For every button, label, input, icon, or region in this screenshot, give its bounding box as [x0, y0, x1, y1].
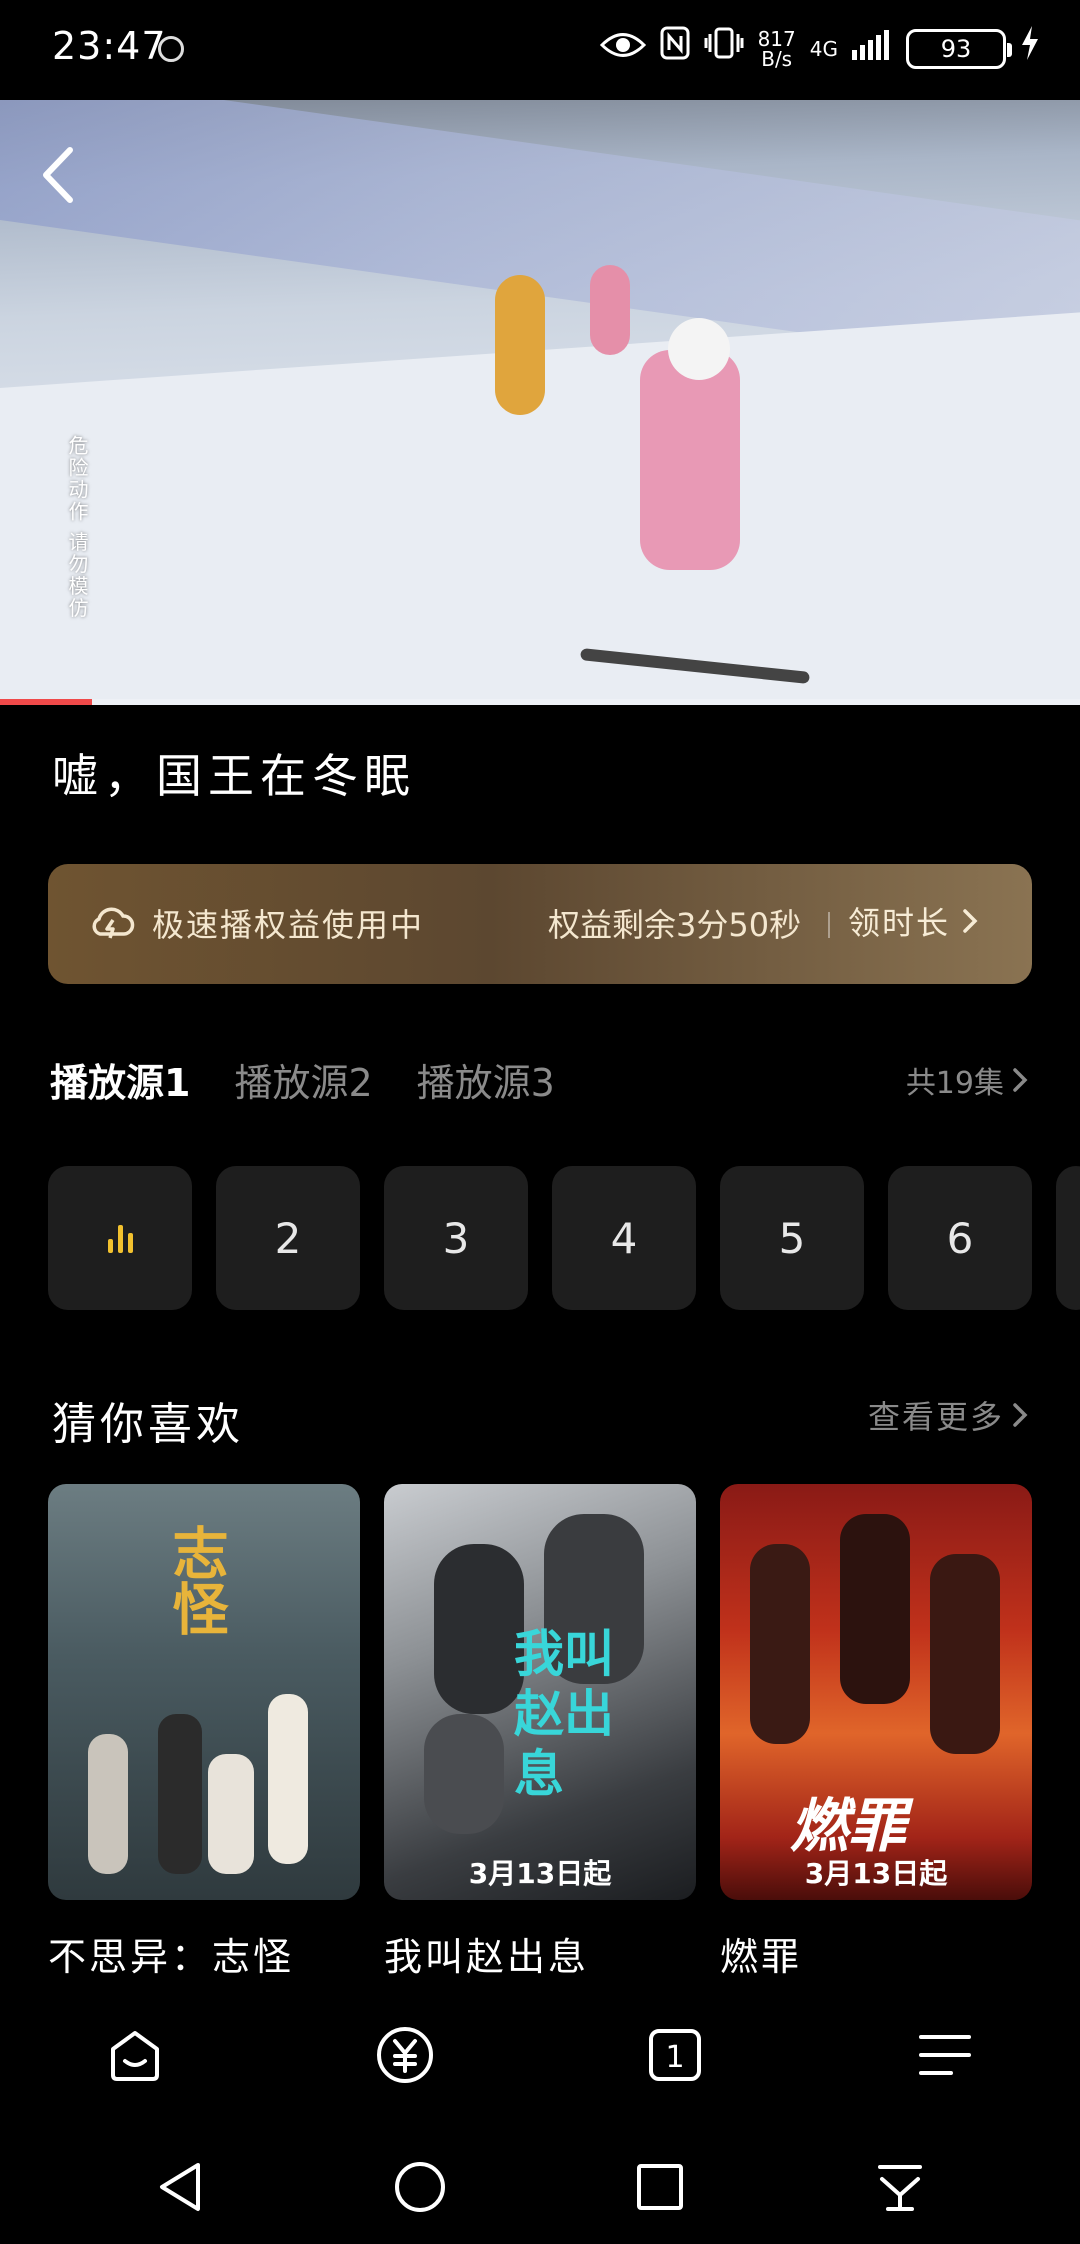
tab-menu[interactable] [905, 2015, 985, 2095]
video-frame-figure-yellow [495, 275, 545, 415]
poster-title: 燃罪 [790, 1792, 907, 1860]
episode-count-label: 共19集 [905, 1066, 1004, 1101]
vibrate-icon [704, 24, 744, 74]
battery-indicator: 93 [906, 29, 1012, 69]
poster-title: 志怪 [163, 1524, 228, 1636]
video-progress-track[interactable] [0, 699, 1080, 705]
poster-figure [840, 1514, 910, 1704]
get-more-time-button[interactable]: 领时长 [848, 898, 980, 944]
poster-date: 3月13日起 [804, 1857, 948, 1890]
net-speed: 817 B/s [758, 29, 796, 69]
safety-warning: 危险动作 请勿模仿 [65, 435, 89, 620]
episode-list: 2 3 4 5 6 [48, 1166, 1080, 1310]
tab-number: 1 [665, 2040, 684, 2075]
recommend-title: 猜你喜欢 [52, 1399, 244, 1450]
yuan-coin-icon [377, 2027, 433, 2083]
poster-title: 我叫赵出息 [514, 1625, 614, 1803]
back-triangle-icon [160, 2163, 200, 2211]
episode-button-4[interactable]: 4 [552, 1166, 696, 1310]
status-bar: 23:47 817 B/s 4G 93 [0, 0, 1080, 100]
episode-count-link[interactable]: 共19集 [906, 1058, 1030, 1102]
speed-play-label: 极速播权益使用中 [152, 906, 425, 944]
card-name: 我叫赵出息 [384, 1935, 590, 1979]
see-more-label: 查看更多 [867, 1398, 1004, 1436]
source-tab-1[interactable]: 播放源1 [50, 1052, 190, 1107]
back-button[interactable] [34, 140, 84, 210]
nav-recents-button[interactable] [620, 2147, 700, 2227]
episode-button-5[interactable]: 5 [720, 1166, 864, 1310]
video-progress-fill [0, 699, 92, 705]
chevron-right-icon [963, 909, 978, 933]
episode-button-2[interactable]: 2 [216, 1166, 360, 1310]
recommend-card[interactable]: 燃罪 3月13日起 燃罪 [720, 1484, 1032, 1981]
card-name: 燃罪 [720, 1935, 803, 1979]
see-more-link[interactable]: 查看更多 [868, 1392, 1030, 1438]
chevron-left-icon [43, 147, 73, 203]
nfc-icon [660, 24, 690, 74]
numbered-tab-icon: 1 [649, 2029, 701, 2081]
video-frame-figure-pink [590, 265, 630, 355]
video-frame-figure-head [668, 318, 730, 380]
now-playing-icon [107, 1223, 133, 1253]
nav-notification-button[interactable] [860, 2147, 940, 2227]
poster-figure [88, 1734, 128, 1874]
play-source-tabs: 播放源1 播放源2 播放源3 [50, 1052, 555, 1107]
poster-date: 3月13日起 [468, 1857, 612, 1890]
system-nav-bar [0, 2130, 1080, 2244]
video-frame-figure [640, 350, 740, 570]
pull-down-icon [878, 2165, 922, 2211]
episode-button-3[interactable]: 3 [384, 1166, 528, 1310]
poster-figure [434, 1544, 524, 1714]
poster-figure [930, 1554, 1000, 1754]
chevron-right-icon [1013, 1068, 1028, 1092]
recommend-card[interactable]: 我叫赵出息 3月13日起 我叫赵出息 [384, 1484, 696, 1981]
episode-button-6[interactable]: 6 [888, 1166, 1032, 1310]
poster-image: 燃罪 3月13日起 [720, 1484, 1032, 1900]
poster-figure [424, 1714, 504, 1834]
signal-icon [852, 24, 892, 74]
video-player[interactable]: 危险动作 请勿模仿 [0, 100, 1080, 705]
poster-figure [158, 1714, 202, 1874]
source-tab-2[interactable]: 播放源2 [234, 1052, 372, 1107]
card-name: 不思异：志怪 [48, 1935, 295, 1979]
chevron-right-icon [1013, 1403, 1028, 1427]
tab-home[interactable] [95, 2015, 175, 2095]
home-icon [111, 2031, 159, 2081]
episode-button-1[interactable] [48, 1166, 192, 1310]
poster-image: 我叫赵出息 3月13日起 [384, 1484, 696, 1900]
speed-play-banner[interactable]: 极速播权益使用中 权益剩余3分50秒 领时长 [48, 864, 1032, 984]
home-circle-icon [395, 2162, 445, 2212]
poster-image: 志怪 [48, 1484, 360, 1900]
menu-icon [919, 2035, 971, 2075]
eye-icon [599, 24, 646, 74]
recents-square-icon [637, 2164, 683, 2210]
recommend-card[interactable]: 志怪 不思异：志怪 [48, 1484, 360, 1981]
cloud-lightning-icon [92, 907, 135, 939]
get-more-time-label: 领时长 [848, 904, 951, 942]
notification-icon [158, 36, 184, 62]
poster-figure [750, 1544, 810, 1744]
speed-play-remaining: 权益剩余3分50秒 [548, 906, 802, 944]
status-time: 23:47 [52, 24, 167, 68]
network-type: 4G [809, 37, 838, 61]
bottom-tab-bar: 1 [0, 1990, 1080, 2120]
tab-windows[interactable]: 1 [635, 2015, 715, 2095]
net-speed-value: 817 [757, 27, 796, 51]
show-title: 嘘，国王在冬眠 [52, 749, 416, 803]
nav-home-button[interactable] [380, 2147, 460, 2227]
tab-vip[interactable] [365, 2015, 445, 2095]
poster-figure [208, 1754, 254, 1874]
episode-button-next[interactable] [1056, 1166, 1080, 1310]
recommend-cards: 志怪 不思异：志怪 我叫赵出息 3月13日起 我叫赵出息 燃罪 3月13日起 燃… [48, 1484, 1032, 1981]
promo-divider [828, 912, 830, 938]
nav-back-button[interactable] [140, 2147, 220, 2227]
source-tab-3[interactable]: 播放源3 [417, 1052, 555, 1107]
charging-icon [1020, 24, 1040, 74]
poster-figure [268, 1694, 308, 1864]
status-right-group: 817 B/s 4G 93 [599, 24, 1040, 74]
net-speed-unit: B/s [761, 47, 793, 71]
